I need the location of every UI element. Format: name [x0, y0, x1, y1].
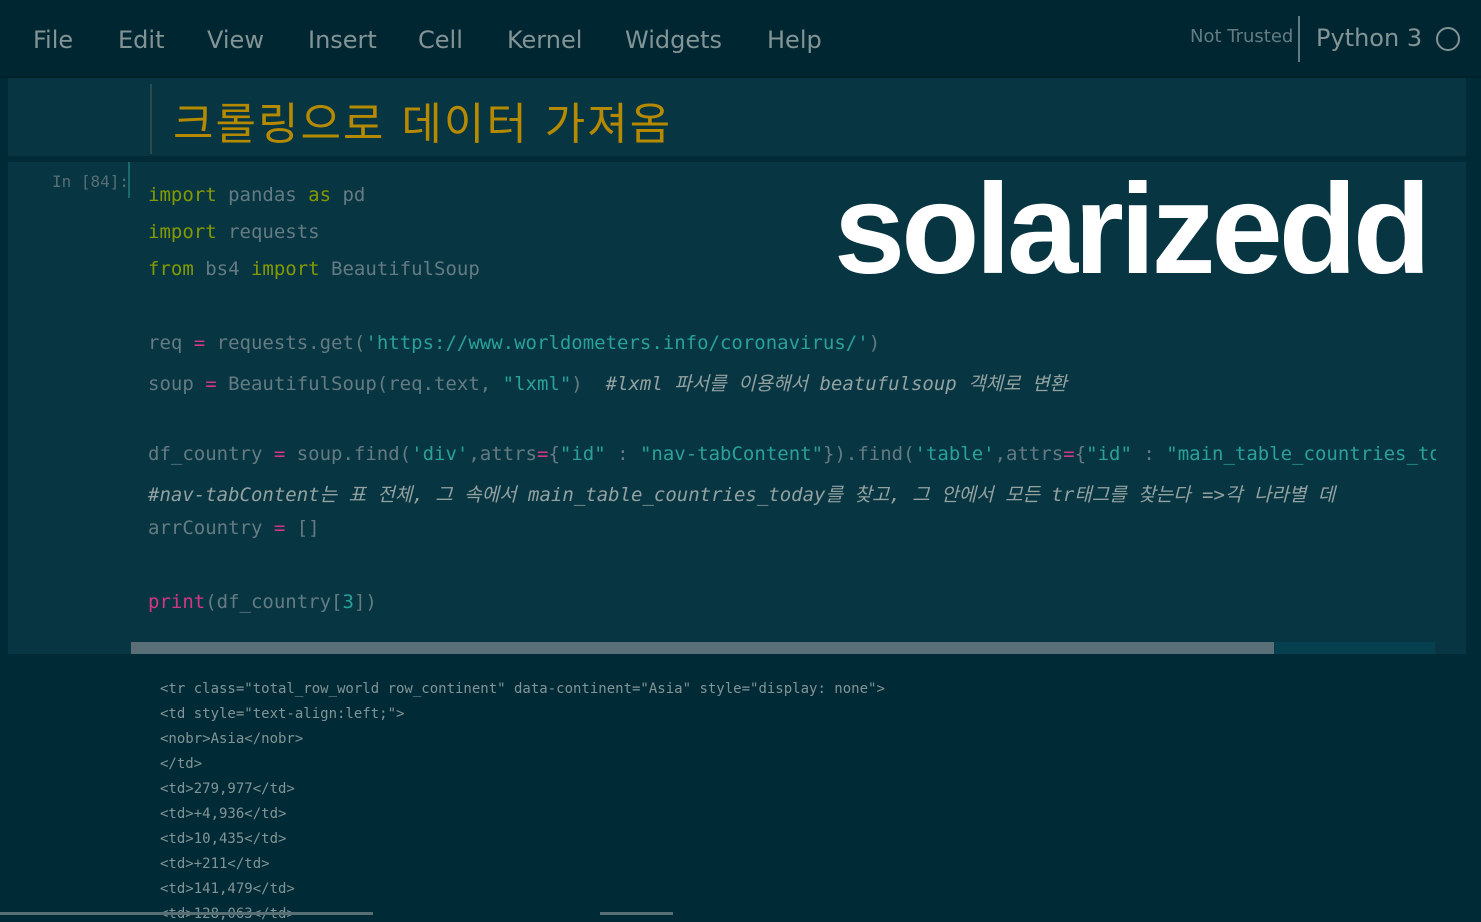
menu-bar: File Edit View Insert Cell Kernel Widget… — [0, 0, 1481, 78]
output-line: <td>10,435</td> — [160, 831, 287, 847]
output-line: <td>279,977</td> — [160, 781, 295, 797]
output-line: <td>141,479</td> — [160, 881, 295, 897]
code-line: print(df_country[3]) — [148, 591, 377, 613]
output-line: <nobr>Asia</nobr> — [160, 731, 304, 747]
menu-insert[interactable]: Insert — [308, 26, 377, 54]
horizontal-scrollbar-thumb[interactable] — [131, 642, 1274, 654]
code-line: import requests — [148, 221, 320, 243]
menu-cell[interactable]: Cell — [418, 26, 463, 54]
menu-widgets[interactable]: Widgets — [625, 26, 722, 54]
menu-view[interactable]: View — [207, 26, 264, 54]
markdown-cell-border — [150, 84, 152, 154]
code-line: df_country = soup.find('div',attrs={"id"… — [148, 443, 1436, 465]
code-line: from bs4 import BeautifulSoup — [148, 258, 480, 280]
not-trusted-indicator[interactable]: Not Trusted — [1190, 26, 1293, 47]
watermark-text: solarizedd — [834, 158, 1431, 301]
output-line: <td>+4,936</td> — [160, 806, 287, 822]
cell-prompt: In [84]: — [52, 172, 130, 191]
output-line: </td> — [160, 756, 203, 772]
kernel-name[interactable]: Python 3 — [1316, 24, 1422, 52]
cell-output: <tr class="total_row_world row_continent… — [0, 656, 1481, 922]
output-line: <td style="text-align:left;"> — [160, 706, 405, 722]
menu-file[interactable]: File — [33, 26, 73, 54]
output-line: <td>+211</td> — [160, 856, 270, 872]
menu-kernel[interactable]: Kernel — [507, 26, 582, 54]
code-line: #nav-tabContent는 표 전체, 그 속에서 main_table_… — [148, 484, 1336, 506]
code-line: soup = BeautifulSoup(req.text, "lxml") #… — [148, 373, 1068, 395]
menu-edit[interactable]: Edit — [118, 26, 164, 54]
menu-help[interactable]: Help — [767, 26, 822, 54]
kernel-status-icon — [1436, 27, 1460, 51]
code-line: import pandas as pd — [148, 184, 366, 206]
code-line: arrCountry = [] — [148, 517, 320, 539]
output-line: <tr class="total_row_world row_continent… — [160, 681, 885, 697]
markdown-heading: 크롤링으로 데이터 가져옴 — [173, 99, 673, 150]
code-line: req = requests.get('https://www.worldome… — [148, 332, 881, 354]
status-divider — [1298, 16, 1300, 62]
